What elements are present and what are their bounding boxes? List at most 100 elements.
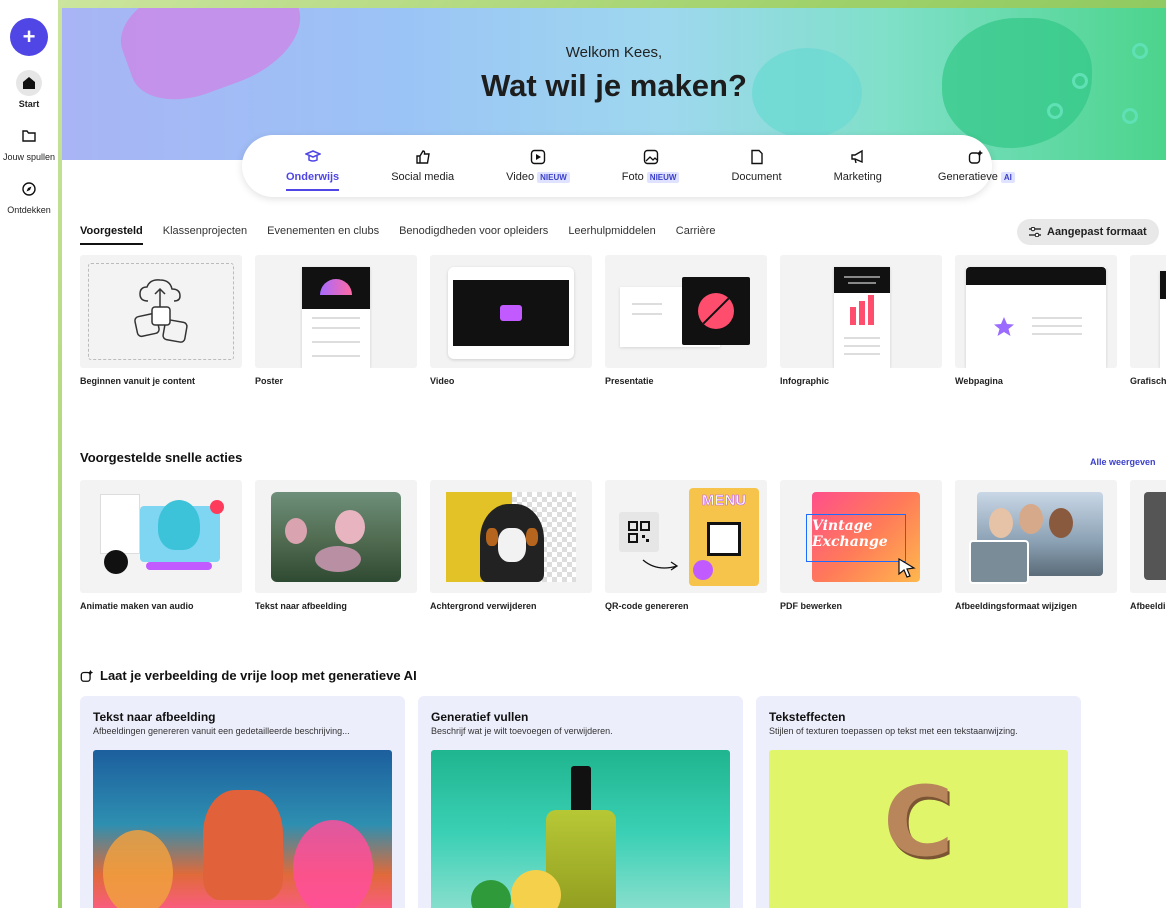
- tab-marketing[interactable]: Marketing: [808, 135, 908, 197]
- genai-card-image: [93, 750, 392, 908]
- quick-action-thumbnail: [430, 480, 592, 593]
- subtab-educator-supplies[interactable]: Benodigdheden voor opleiders: [399, 225, 548, 245]
- quick-action-thumbnail: Vintage Exchange: [780, 480, 942, 593]
- tab-label: Onderwijs: [286, 171, 340, 183]
- quick-action-remove-background[interactable]: Achtergrond verwijderen: [430, 480, 592, 611]
- template-card-webpage[interactable]: Webpagina: [955, 255, 1117, 386]
- quick-action-image-partial[interactable]: Afbeeldi: [1130, 480, 1166, 611]
- page-headline: Wat wil je maken?: [481, 68, 747, 103]
- template-card-start-from-content[interactable]: Beginnen vanuit je content: [80, 255, 242, 386]
- rail-item-label: Ontdekken: [7, 205, 51, 215]
- template-card-graphic[interactable]: Grafisch: [1130, 255, 1166, 386]
- rail-item-label: Start: [18, 99, 40, 109]
- document-icon: [750, 149, 763, 165]
- main-content: Welkom Kees, Wat wil je maken? Onderwijs…: [62, 8, 1166, 908]
- subtab-career[interactable]: Carrière: [676, 225, 716, 245]
- subtab-events-clubs[interactable]: Evenementen en clubs: [267, 225, 379, 245]
- graduation-cap-icon: [304, 150, 321, 162]
- sparkle-icon: [969, 150, 984, 164]
- genai-card-description: Stijlen of texturen toepassen op tekst m…: [769, 726, 1018, 736]
- template-title: Beginnen vanuit je content: [80, 376, 196, 386]
- genai-card-text-to-image[interactable]: Tekst naar afbeelding Afbeeldingen gener…: [80, 696, 405, 908]
- thumbs-up-icon: [415, 150, 430, 164]
- genai-card-image: [431, 750, 730, 908]
- decorative-ring: [1122, 108, 1138, 124]
- genai-card-text-effects[interactable]: Teksteffecten Stijlen of texturen toepas…: [756, 696, 1081, 908]
- new-badge: NIEUW: [537, 171, 570, 183]
- subtab-bar: Voorgesteld Klassenprojecten Evenementen…: [80, 225, 716, 245]
- genai-card-generative-fill[interactable]: Generatief vullen Beschrijf wat je wilt …: [418, 696, 743, 908]
- tab-document[interactable]: Document: [705, 135, 807, 197]
- quick-action-title: Animatie maken van audio: [80, 601, 194, 611]
- sliders-icon: [1029, 227, 1041, 237]
- tab-label: Document: [731, 171, 782, 183]
- genai-card-description: Beschrijf wat je wilt toevoegen of verwi…: [431, 726, 613, 736]
- quick-action-title: PDF bewerken: [780, 601, 843, 611]
- qr-menu-text: MENU: [701, 492, 747, 510]
- tab-video[interactable]: Video NIEUW: [480, 135, 596, 197]
- new-badge: NIEUW: [646, 171, 680, 183]
- template-card-presentation[interactable]: Presentatie: [605, 255, 767, 386]
- template-title: Webpagina: [955, 376, 1003, 386]
- genai-section-title: Laat je verbeelding de vrije loop met ge…: [80, 668, 417, 683]
- genai-card-description: Afbeeldingen genereren vanuit een gedeta…: [93, 726, 350, 736]
- quick-action-generate-qr[interactable]: MENU QR-code genereren: [605, 480, 767, 611]
- subtab-learning-tools[interactable]: Leerhulpmiddelen: [568, 225, 655, 245]
- see-all-link[interactable]: Alle weergeven: [1090, 457, 1156, 467]
- quick-action-thumbnail: [955, 480, 1117, 593]
- template-thumbnail: [80, 255, 242, 368]
- sparkle-icon: [80, 669, 94, 682]
- genai-title-text: Laat je verbeelding de vrije loop met ge…: [100, 668, 417, 683]
- subtab-suggested[interactable]: Voorgesteld: [80, 225, 143, 245]
- custom-size-button[interactable]: Aangepast formaat: [1017, 219, 1159, 245]
- template-thumbnail: [780, 255, 942, 368]
- create-new-button[interactable]: +: [10, 18, 48, 56]
- rail-item-label: Jouw spullen: [2, 152, 56, 162]
- quick-action-animate-audio[interactable]: Animatie maken van audio: [80, 480, 242, 611]
- quick-actions-title: Voorgestelde snelle acties: [80, 450, 243, 465]
- qr-code-icon: [628, 521, 650, 543]
- left-rail: + Start Jouw spullen Ontdekken: [0, 0, 58, 908]
- rail-item-your-stuff[interactable]: Jouw spullen: [0, 123, 58, 162]
- home-icon: [16, 70, 42, 96]
- quick-action-edit-pdf[interactable]: Vintage Exchange PDF bewerken: [780, 480, 942, 611]
- template-card-poster[interactable]: Poster: [255, 255, 417, 386]
- template-thumbnail: [605, 255, 767, 368]
- tab-generative-ai[interactable]: Generatieve AI: [912, 135, 1041, 197]
- cursor-icon: [898, 558, 916, 578]
- play-icon: [530, 149, 546, 165]
- star-icon: [994, 317, 1014, 336]
- arrow-icon: [642, 559, 679, 571]
- template-title: Presentatie: [605, 376, 654, 386]
- tab-label: Marketing: [833, 171, 882, 183]
- subtab-class-projects[interactable]: Klassenprojecten: [163, 225, 247, 245]
- genai-card-title: Teksteffecten: [769, 710, 846, 724]
- tab-label-text: Video: [506, 171, 535, 183]
- tab-education[interactable]: Onderwijs: [260, 135, 365, 197]
- quick-action-resize-image[interactable]: Afbeeldingsformaat wijzigen: [955, 480, 1117, 611]
- template-title: Grafisch: [1130, 376, 1166, 386]
- folder-icon: [16, 123, 42, 149]
- rail-item-start[interactable]: Start: [0, 70, 58, 109]
- quick-action-title: Achtergrond verwijderen: [430, 601, 537, 611]
- tab-label: Generatieve AI: [938, 171, 1015, 183]
- custom-size-label: Aangepast formaat: [1047, 226, 1147, 238]
- genai-card-image: C: [769, 750, 1068, 908]
- megaphone-icon: [851, 149, 863, 164]
- tab-label-text: Generatieve: [937, 171, 998, 183]
- template-title: Infographic: [780, 376, 829, 386]
- genai-card-title: Tekst naar afbeelding: [93, 710, 216, 724]
- quick-action-text-to-image[interactable]: Tekst naar afbeelding: [255, 480, 417, 611]
- tab-social-media[interactable]: Social media: [365, 135, 480, 197]
- tab-photo[interactable]: Foto NIEUW: [596, 135, 706, 197]
- rail-item-discover[interactable]: Ontdekken: [0, 176, 58, 215]
- quick-action-thumbnail: MENU: [605, 480, 767, 593]
- pdf-edit-text: Vintage Exchange: [812, 518, 888, 550]
- tab-label: Social media: [391, 171, 455, 183]
- text-effect-letter: C: [883, 766, 954, 878]
- tab-label-text: Foto: [621, 171, 644, 183]
- ai-badge: AI: [1000, 171, 1015, 183]
- template-card-video[interactable]: Video: [430, 255, 592, 386]
- template-card-infographic[interactable]: Infographic: [780, 255, 942, 386]
- quick-action-title: QR-code genereren: [605, 601, 689, 611]
